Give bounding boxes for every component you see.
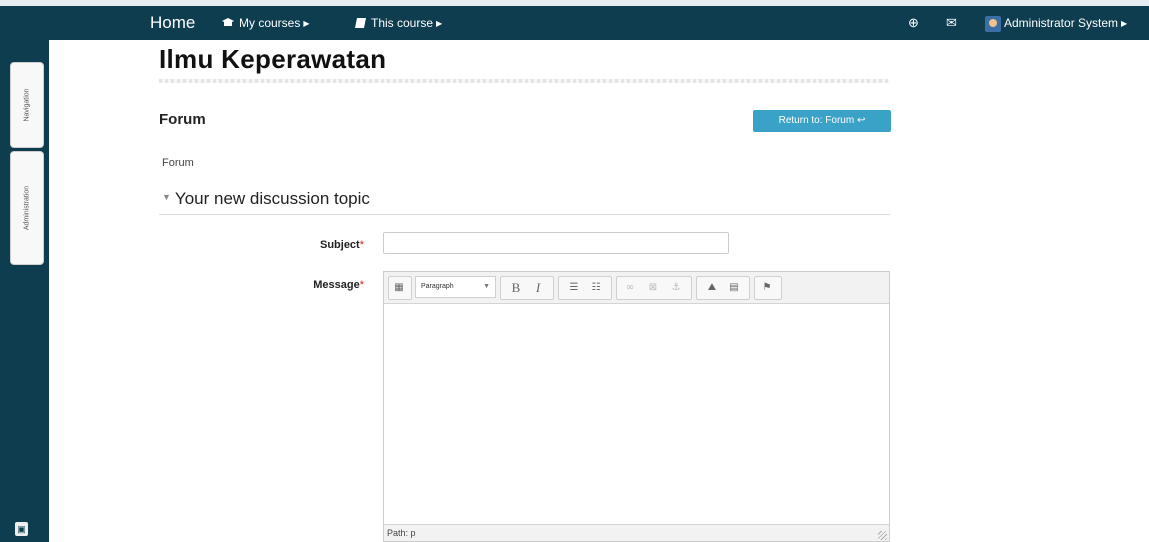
files-group: ⚑ [754, 276, 782, 300]
bullet-list-icon[interactable]: ☰ [565, 279, 583, 297]
media-group: ⛰ ▤ [696, 276, 750, 300]
subject-input[interactable] [383, 232, 729, 254]
graduation-cap-icon [222, 7, 234, 41]
anchor-icon[interactable]: ⚓ [667, 279, 685, 297]
message-label: Message* [260, 279, 364, 291]
section-toggle[interactable]: ▼ Your new discussion topic [162, 189, 370, 209]
return-to-forum-label: Return to: Forum [778, 115, 855, 126]
manage-files-icon[interactable]: ⚑ [758, 279, 776, 297]
title-divider [159, 79, 890, 83]
course-title: Ilmu Keperawatan [159, 44, 387, 74]
resize-grip-icon[interactable] [878, 531, 887, 540]
breadcrumb-forum[interactable]: Forum [162, 157, 194, 169]
section-divider [159, 214, 890, 215]
nav-home-link[interactable]: Home [150, 6, 195, 40]
globe-icon[interactable]: ⊕ [908, 6, 919, 40]
paragraph-format-value: Paragraph [421, 283, 454, 290]
caret-right-icon: ▶ [303, 18, 310, 28]
bold-icon[interactable]: B [507, 279, 525, 297]
media-icon[interactable]: ▤ [725, 279, 743, 297]
subject-label-text: Subject [319, 239, 360, 251]
toggle-toolbar-group: ▦ [388, 276, 412, 300]
image-icon[interactable]: ⛰ [703, 279, 721, 297]
dropdown-arrow-icon: ▼ [483, 283, 490, 290]
page-title: Forum [159, 111, 206, 128]
nav-this-course-label: This course [371, 16, 434, 30]
envelope-icon[interactable]: ✉ [946, 6, 957, 40]
required-icon: * [359, 239, 364, 251]
paragraph-format-select[interactable]: Paragraph ▼ [415, 276, 496, 298]
caret-right-icon: ▶ [1121, 18, 1128, 28]
toggle-toolbar-icon[interactable]: ▦ [390, 279, 408, 297]
avatar [985, 15, 1001, 32]
top-navbar: Home My courses ▶ This course ▶ ⊕ ✉ Admini… [0, 6, 1149, 40]
caret-right-icon: ▶ [436, 18, 443, 28]
nav-this-course[interactable]: This course ▶ [355, 6, 442, 40]
subject-label: Subject* [260, 239, 364, 251]
section-title: Your new discussion topic [174, 189, 370, 208]
dock-toggle-icon[interactable]: ▣ [15, 522, 28, 536]
text-style-group: B I [500, 276, 554, 300]
dock-tab-navigation[interactable]: Navigation [10, 62, 44, 148]
book-icon [355, 7, 366, 41]
collapse-triangle-icon: ▼ [162, 192, 171, 202]
editor-statusbar: Path: p [384, 524, 889, 541]
editor-toolbar: ▦ Paragraph ▼ B I ☰ ☷ ∞ ⊠ ⚓ ⛰ ▤ ⚑ [384, 272, 889, 304]
editor-path: Path: p [387, 528, 416, 538]
dock-tab-administration[interactable]: Administration [10, 151, 44, 265]
dock-administration-label: Administration [23, 185, 31, 231]
message-label-text: Message [313, 279, 360, 291]
link-icon[interactable]: ∞ [621, 279, 639, 297]
message-editor: ▦ Paragraph ▼ B I ☰ ☷ ∞ ⊠ ⚓ ⛰ ▤ ⚑ Path: p [383, 271, 890, 542]
left-gutter [49, 40, 150, 542]
link-group: ∞ ⊠ ⚓ [616, 276, 692, 300]
return-to-forum-button[interactable]: Return to: Forum ↩ [753, 110, 891, 132]
user-menu[interactable]: Administrator System ▶ [985, 6, 1127, 40]
user-name: Administrator System [1004, 16, 1119, 30]
required-icon: * [359, 279, 364, 291]
return-arrow-icon: ↩ [856, 115, 866, 126]
unlink-icon[interactable]: ⊠ [644, 279, 662, 297]
dock-navigation-label: Navigation [23, 88, 31, 122]
right-column [902, 40, 1149, 542]
numbered-list-icon[interactable]: ☷ [587, 279, 605, 297]
message-edit-area[interactable] [384, 304, 889, 523]
italic-icon[interactable]: I [529, 279, 547, 297]
nav-my-courses-label: My courses [239, 16, 301, 30]
nav-my-courses[interactable]: My courses ▶ [222, 6, 310, 40]
list-group: ☰ ☷ [558, 276, 612, 300]
